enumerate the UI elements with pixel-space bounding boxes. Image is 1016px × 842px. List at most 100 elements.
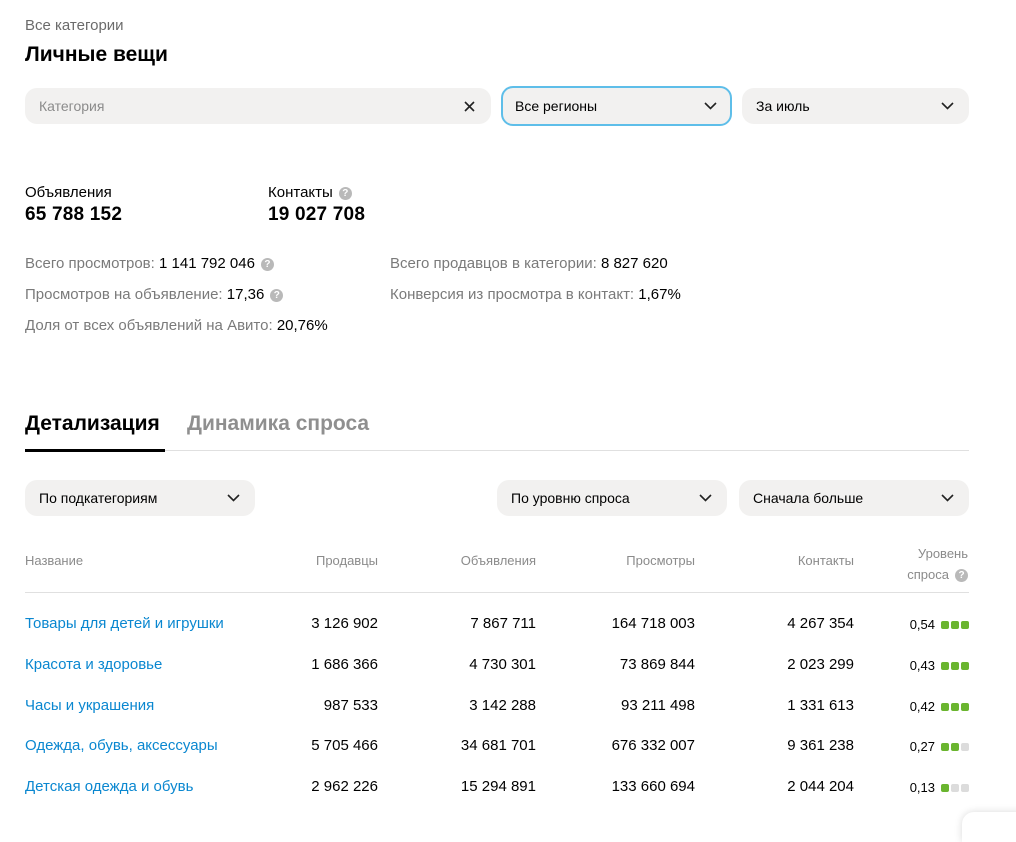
sellers-cell: 3 126 902 <box>311 615 378 632</box>
demand-level: 0,42 <box>869 699 969 714</box>
views-per-ad-stat: Просмотров на объявление: 17,36? <box>25 286 284 303</box>
demand-dot <box>961 661 969 670</box>
ads-label: Объявления <box>25 184 112 201</box>
conversion-value: 1,67% <box>638 286 681 303</box>
share-stat: Доля от всех объявлений на Авито: 20,76% <box>25 317 328 334</box>
demand-indicator <box>941 702 969 711</box>
page-title: Личные вещи <box>25 43 168 66</box>
tab-demand-dynamics[interactable]: Динамика спроса <box>187 412 369 436</box>
demand-dot <box>941 742 949 751</box>
subcategory-link[interactable]: Часы и украшения <box>25 697 154 714</box>
demand-value: 0,43 <box>909 658 935 673</box>
sellers-cell: 987 533 <box>323 697 378 714</box>
demand-indicator <box>941 783 969 792</box>
chevron-down-icon <box>702 98 718 114</box>
period-select[interactable]: За июль <box>742 88 969 124</box>
group-by-select[interactable]: По подкатегориям <box>25 480 255 516</box>
contacts-cell: 1 331 613 <box>787 697 854 714</box>
share-value: 20,76% <box>276 317 328 334</box>
table-header-divider <box>25 592 969 593</box>
ads-cell: 7 867 711 <box>470 615 536 632</box>
clear-icon[interactable] <box>461 98 477 114</box>
contacts-label: Контакты <box>268 184 333 201</box>
views-cell: 164 718 003 <box>611 615 695 632</box>
chevron-down-icon <box>939 490 955 506</box>
tab-details[interactable]: Детализация <box>25 412 160 436</box>
total-views-stat: Всего просмотров: 1 141 792 046? <box>25 255 274 272</box>
sellers-cell: 2 962 226 <box>311 778 378 795</box>
demand-level: 0,43 <box>869 658 969 673</box>
demand-dot <box>941 661 949 670</box>
total-views-value: 1 141 792 046 <box>159 255 255 272</box>
help-icon[interactable]: ? <box>338 187 352 200</box>
contacts-cell: 4 267 354 <box>787 615 854 632</box>
subcategory-link[interactable]: Красота и здоровье <box>25 656 162 673</box>
group-by-value: По подкатегориям <box>39 490 158 506</box>
views-cell: 133 660 694 <box>611 778 695 795</box>
demand-dot <box>941 620 949 629</box>
conversion-label: Конверсия из просмотра в контакт: <box>390 286 635 303</box>
region-value: Все регионы <box>515 98 598 114</box>
sellers-cell: 1 686 366 <box>311 656 378 673</box>
views-cell: 73 869 844 <box>619 656 695 673</box>
subcategory-link[interactable]: Детская одежда и обувь <box>25 778 193 795</box>
demand-dot <box>951 661 959 670</box>
breadcrumb[interactable]: Все категории <box>25 17 124 34</box>
ads-cell: 34 681 701 <box>460 737 536 754</box>
subcategory-link[interactable]: Товары для детей и игрушки <box>25 615 224 632</box>
demand-dot <box>941 783 949 792</box>
demand-dot <box>961 742 969 751</box>
active-tab-indicator <box>25 449 165 452</box>
demand-dot <box>961 783 969 792</box>
sellers-cell: 5 705 466 <box>311 737 378 754</box>
conversion-stat: Конверсия из просмотра в контакт: 1,67% <box>390 286 681 303</box>
demand-dot <box>961 702 969 711</box>
demand-dot <box>951 702 959 711</box>
sort-by-select[interactable]: По уровню спроса <box>497 480 727 516</box>
contacts-metric: Контакты? 19 027 708 <box>268 184 365 226</box>
contacts-cell: 2 023 299 <box>787 656 854 673</box>
chevron-down-icon <box>225 490 241 506</box>
demand-value: 0,13 <box>909 780 935 795</box>
ads-cell: 15 294 891 <box>460 778 536 795</box>
views-cell: 676 332 007 <box>611 737 695 754</box>
subcategory-link[interactable]: Одежда, обувь, аксессуары <box>25 737 218 754</box>
chevron-down-icon <box>939 98 955 114</box>
demand-value: 0,42 <box>909 699 935 714</box>
floating-widget[interactable] <box>962 812 1016 842</box>
chevron-down-icon <box>697 490 713 506</box>
demand-dot <box>961 620 969 629</box>
col-header-sellers[interactable]: Продавцы <box>258 553 378 568</box>
demand-indicator <box>941 742 969 751</box>
help-icon[interactable]: ? <box>270 289 284 302</box>
views-cell: 93 211 498 <box>621 697 695 714</box>
demand-dot <box>951 620 959 629</box>
help-icon[interactable]: ? <box>260 258 274 271</box>
period-value: За июль <box>756 98 810 114</box>
share-label: Доля от всех объявлений на Авито: <box>25 317 273 334</box>
col-header-demand-line1: Уровень <box>917 546 968 561</box>
order-select[interactable]: Сначала больше <box>739 480 969 516</box>
demand-indicator <box>941 620 969 629</box>
ads-cell: 4 730 301 <box>469 656 536 673</box>
demand-dot <box>951 783 959 792</box>
ads-metric: Объявления 65 788 152 <box>25 184 122 226</box>
demand-dot <box>941 702 949 711</box>
category-search-input[interactable]: Категория <box>25 88 491 124</box>
ads-cell: 3 142 288 <box>469 697 536 714</box>
total-views-label: Всего просмотров: <box>25 255 155 272</box>
col-header-views[interactable]: Просмотры <box>575 553 695 568</box>
sort-by-value: По уровню спроса <box>511 490 630 506</box>
sellers-value: 8 827 620 <box>600 255 668 272</box>
col-header-name[interactable]: Название <box>25 553 83 568</box>
contacts-value: 19 027 708 <box>268 204 366 225</box>
demand-dot <box>951 742 959 751</box>
demand-level: 0,27 <box>869 739 969 754</box>
col-header-demand[interactable]: Уровень спроса? <box>868 543 968 585</box>
help-icon[interactable]: ? <box>955 569 968 582</box>
col-header-contacts[interactable]: Контакты <box>734 553 854 568</box>
col-header-ads[interactable]: Объявления <box>416 553 536 568</box>
contacts-cell: 9 361 238 <box>787 737 854 754</box>
views-per-ad-value: 17,36 <box>226 286 265 303</box>
region-select[interactable]: Все регионы <box>501 86 732 126</box>
